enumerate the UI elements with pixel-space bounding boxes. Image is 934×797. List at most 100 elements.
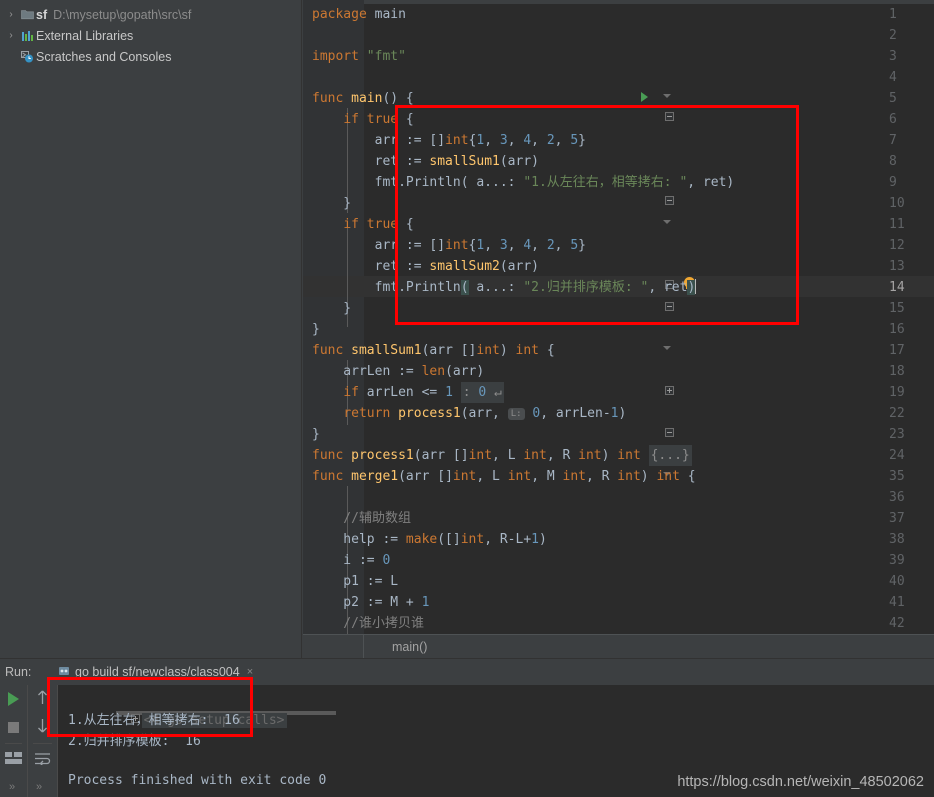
code-line[interactable]: p2 := M + 1 [303,592,429,613]
line-number: 1 [889,7,897,22]
line-number: 3 [889,49,897,64]
next-occurrence-button[interactable] [28,713,57,741]
line-number: 11 [889,217,905,232]
fold-toggle-line16[interactable] [665,302,674,311]
fold-toggle-line5[interactable] [663,94,671,98]
code-line[interactable]: if arrLen <= 1 : 0 ↵ [303,382,504,403]
code-editor[interactable]: 1 2 3 4 5 6 7 8 9 10 11 12 13 14 15 16 17 18 19 22 23 24 35 36 3… [303,0,934,634]
line-number: 37 [889,511,905,526]
fold-toggle-line6[interactable] [665,112,674,121]
code-line[interactable] [303,487,312,508]
sidebar-item-scratches[interactable]: Scratches and Consoles [0,46,301,67]
code-line[interactable]: func main() { [303,88,414,109]
line-number: 36 [889,490,905,505]
console-line-folded[interactable]: <4 go setup calls> [68,689,287,728]
arrow-down-icon [37,718,48,736]
run-gutter-icon[interactable] [641,92,648,102]
line-number: 41 [889,595,905,610]
line-number: 23 [889,427,905,442]
project-sidebar: › sf D:\mysetup\gopath\src\sf › External… [0,0,302,658]
code-line[interactable]: func process1(arr []int, L int, R int) i… [303,445,692,466]
rerun-button[interactable] [0,685,27,713]
line-number: 24 [889,448,905,463]
line-number: 14 [889,280,905,295]
code-line[interactable]: if true { [303,109,413,130]
code-line[interactable]: arrLen := len(arr) [303,361,484,382]
line-number: 15 [889,301,905,316]
stop-button[interactable] [0,713,27,741]
breadcrumb-label[interactable]: main() [364,640,427,654]
code-line[interactable]: } [303,298,351,319]
code-line[interactable]: } [303,424,320,445]
soft-wrap-button[interactable] [28,746,57,774]
run-panel-header: Run: go build sf/newclass/class004 × [0,659,934,685]
console-line-exit: Process finished with exit code 0 [68,773,327,788]
sidebar-item-external-libraries-label: External Libraries [36,28,134,43]
layout-icon [5,752,22,768]
line-number: 16 [889,322,905,337]
toolbar-divider [5,743,22,744]
code-line[interactable]: import "fmt" [303,46,406,67]
stop-icon [8,721,19,733]
line-number: 39 [889,553,905,568]
code-line[interactable]: //辅助数组 [303,508,411,529]
code-line[interactable]: if true { [303,214,413,235]
code-line[interactable]: arr := []int{1, 3, 4, 2, 5} [303,130,586,151]
line-number: 19 [889,385,905,400]
code-line[interactable] [303,25,312,46]
code-line[interactable]: i := 0 [303,550,390,571]
folder-icon [18,9,36,20]
code-line[interactable]: p1 := L [303,571,398,592]
breadcrumb-gutter [303,635,364,658]
library-bars-icon [18,30,36,42]
fold-toggle-line23[interactable] [665,428,674,437]
code-line[interactable]: } [303,319,320,340]
fold-toggle-line19[interactable] [665,386,674,395]
ide-window: › sf D:\mysetup\gopath\src\sf › External… [0,0,934,797]
code-line[interactable]: ret := smallSum2(arr) [303,256,539,277]
soft-wrap-icon [34,752,51,768]
line-number: 10 [889,196,905,211]
sidebar-item-external-libraries[interactable]: › External Libraries [0,25,301,46]
fold-toggle-line17[interactable] [663,346,671,350]
code-line[interactable]: arr := []int{1, 3, 4, 2, 5} [303,235,586,256]
code-line[interactable]: } [303,193,351,214]
fold-toggle-line11[interactable] [663,220,671,224]
code-line[interactable]: ret := smallSum1(arr) [303,151,539,172]
line-number: 38 [889,532,905,547]
sidebar-item-sf[interactable]: › sf D:\mysetup\gopath\src\sf [0,4,301,25]
run-toolbar-secondary [28,685,58,797]
code-line[interactable]: fmt.Println( a...: "1.从左往右，相等拷右: ", ret) [303,172,735,193]
code-line[interactable]: func merge1(arr []int, L int, M int, R i… [303,466,696,487]
line-number: 42 [889,616,905,631]
line-number: 12 [889,238,905,253]
code-line[interactable]: fmt.Println( a...: "2.归并排序模板: ", ret) [303,277,697,298]
expand-left-chevrons[interactable]: » [9,781,15,793]
breadcrumb: main() [303,634,934,658]
line-number: 7 [889,133,897,148]
chevron-right-icon[interactable]: › [4,9,18,20]
console-line: 2.归并排序模板: 16 [68,734,201,749]
code-line[interactable]: //谁小拷贝谁 [303,613,424,634]
fold-toggle-line10[interactable] [665,196,674,205]
code-line[interactable] [303,67,312,88]
run-icon [8,692,19,706]
watermark: https://blog.csdn.net/weixin_48502062 [677,774,924,790]
code-line[interactable]: package main [303,4,406,25]
code-line[interactable]: func smallSum1(arr []int) int { [303,340,555,361]
console-line: 1.从左往右，相等拷右: 16 [68,713,240,728]
sidebar-item-scratches-label: Scratches and Consoles [36,49,172,64]
run-panel-label: Run: [5,665,32,679]
close-icon[interactable]: × [247,666,253,678]
code-line[interactable]: help := make([]int, R-L+1) [303,529,547,550]
prev-occurrence-button[interactable] [28,685,57,713]
run-tab-title: go build sf/newclass/class004 [75,665,240,679]
layout-button[interactable] [0,746,27,774]
line-number: 4 [889,70,897,85]
code-line[interactable]: return process1(arr, L: 0, arrLen-1) [303,403,626,424]
line-number: 22 [889,406,905,421]
line-number: 35 [889,469,905,484]
chevron-right-icon[interactable]: › [4,30,18,41]
expand-right-chevrons[interactable]: » [36,781,42,793]
run-tab[interactable]: go build sf/newclass/class004 × [52,659,257,685]
